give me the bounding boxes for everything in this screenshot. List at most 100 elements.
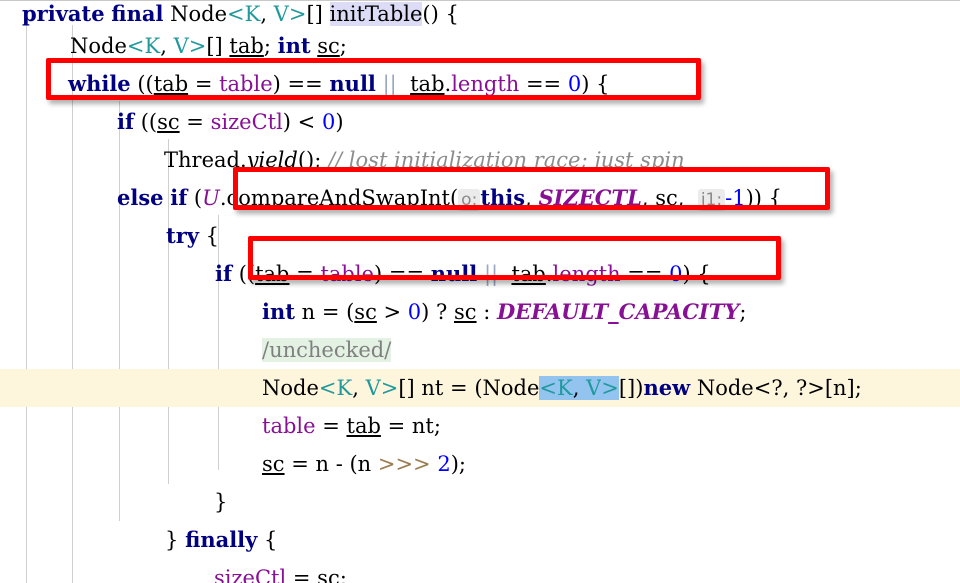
code-line-5: Thread.yield(); // lost initialization r… — [0, 141, 960, 179]
token-generic-open: < — [227, 2, 245, 26]
token-close-paren-2: ) — [682, 262, 691, 286]
code-line-8: if ((tab = table) == null || tab.length … — [0, 255, 960, 293]
token-var-sc: sc — [157, 110, 180, 134]
token-var-nt: nt — [411, 414, 434, 438]
token-ternary-question: ) ? — [421, 300, 454, 324]
token-generic-close-matched: > — [601, 376, 619, 400]
token-open-brace: { — [445, 2, 459, 26]
token-logical-or: || — [483, 262, 499, 286]
token-generic-v: V — [173, 34, 189, 58]
token-semicolon: ; — [854, 376, 862, 400]
token-var-tab: tab — [153, 72, 189, 96]
token-close-brace: } — [214, 490, 228, 514]
code-line-1: private final Node<K, V>[] initTable() { — [0, 1, 960, 27]
token-arith-expr: = n - (n — [284, 452, 378, 476]
token-zero: 0 — [407, 300, 422, 324]
token-close-paren: ) — [282, 110, 298, 134]
token-close-brace: } — [165, 528, 179, 552]
token-node-type: Node — [170, 2, 227, 26]
token-node-type-3: Node — [690, 376, 754, 400]
token-node-type: Node — [70, 34, 127, 58]
token-generic-k: K — [336, 376, 353, 400]
code-line-10: /unchecked/ — [0, 331, 960, 369]
token-close-paren-2: ) — [581, 72, 597, 96]
code-line-4: if ((sc = sizeCtl) < 0) — [0, 103, 960, 141]
token-field-length: length — [451, 72, 520, 96]
token-open-brace: { — [596, 72, 610, 96]
code-line-13: sc = n - (n >>> 2); — [0, 445, 960, 483]
token-generic-k-2: K — [557, 376, 573, 400]
token-new: new — [643, 375, 691, 400]
param-hint-o: o: — [458, 189, 481, 211]
token-comma-3: , — [677, 186, 698, 210]
token-var-sc: sc — [262, 452, 285, 476]
token-generic-open: < — [318, 376, 337, 400]
token-int: int — [262, 299, 295, 324]
token-array-brackets: [] — [398, 376, 415, 400]
token-greater-than: > — [376, 300, 408, 324]
token-static-field-U: U — [202, 186, 220, 210]
token-method-initTable: initTable — [329, 2, 423, 26]
token-array-brackets: [] — [206, 34, 223, 58]
token-close-paren: ) — [753, 186, 769, 210]
token-semicolon: ; — [433, 414, 441, 438]
token-open-brace: { — [257, 528, 278, 552]
token-equals-equals-2: == — [519, 72, 568, 96]
token-zero: 0 — [315, 110, 336, 134]
token-minus-one: -1 — [725, 186, 746, 210]
token-var-sc: sc — [317, 34, 340, 58]
token-open-parens: (( — [130, 72, 154, 96]
token-generic-v-2: V — [586, 376, 602, 400]
token-node-type: Node — [262, 376, 319, 400]
token-try: try — [166, 223, 199, 248]
code-line-7: try { — [0, 217, 960, 255]
token-generic-open-matched: < — [539, 376, 558, 400]
token-equals-equals: == — [287, 72, 323, 96]
code-line-2: Node<K, V>[] tab; int sc; — [0, 27, 960, 65]
token-private: private — [22, 1, 105, 26]
token-logical-or: || — [382, 72, 397, 96]
token-open-parens: (( — [232, 262, 256, 286]
token-array-brackets-2: [] — [618, 376, 636, 400]
token-unsigned-right-shift: >>> — [377, 452, 431, 476]
token-if: if — [117, 109, 135, 134]
token-class-Thread: Thread — [164, 148, 240, 172]
token-dot: . — [239, 148, 247, 172]
token-wildcard-generics: <?, ?> — [753, 376, 825, 400]
token-semicolon: ; — [339, 566, 347, 583]
token-var-tab: tab — [346, 414, 381, 438]
code-editor[interactable]: private final Node<K, V>[] initTable() {… — [0, 0, 960, 583]
token-two: 2 — [430, 452, 451, 476]
code-lines: private final Node<K, V>[] initTable() {… — [0, 1, 960, 583]
token-generic-comma: , — [260, 2, 274, 26]
token-lparen: ( — [449, 186, 459, 210]
param-hint-i1: i1: — [697, 189, 726, 211]
token-less-than: < — [297, 110, 316, 134]
code-line-9: int n = (sc > 0) ? sc : DEFAULT_CAPACITY… — [0, 293, 960, 331]
token-if: if — [170, 185, 188, 210]
token-dot: . — [545, 262, 553, 286]
token-generic-open: < — [126, 34, 145, 58]
token-assign: = — [286, 566, 318, 583]
token-assign: = — [188, 72, 220, 96]
token-line-comment: // lost initialization race; just spin — [327, 148, 685, 172]
token-else: else — [117, 185, 164, 210]
token-var-sc-1: sc — [354, 300, 377, 324]
token-assign-2: = — [380, 414, 412, 438]
token-field-table: table — [262, 414, 316, 438]
token-dot: . — [219, 186, 227, 210]
token-call-semicolon: (); — [297, 148, 322, 172]
token-generic-close: > — [288, 2, 307, 26]
token-field-table: table — [219, 72, 273, 96]
token-equals-equals-2: == — [620, 262, 670, 286]
token-open-brace: { — [768, 186, 783, 210]
token-field-length: length — [552, 262, 621, 286]
token-generic-v: V — [365, 376, 381, 400]
token-generic-v: V — [273, 2, 289, 26]
token-semicolon-2: ; — [339, 34, 347, 58]
token-finally: finally — [185, 527, 258, 552]
token-int: int — [277, 33, 311, 58]
folded-region-unchecked[interactable]: /unchecked/ — [262, 338, 392, 362]
code-line-12: table = tab = nt; — [0, 407, 960, 445]
token-open-brace: { — [198, 224, 220, 248]
